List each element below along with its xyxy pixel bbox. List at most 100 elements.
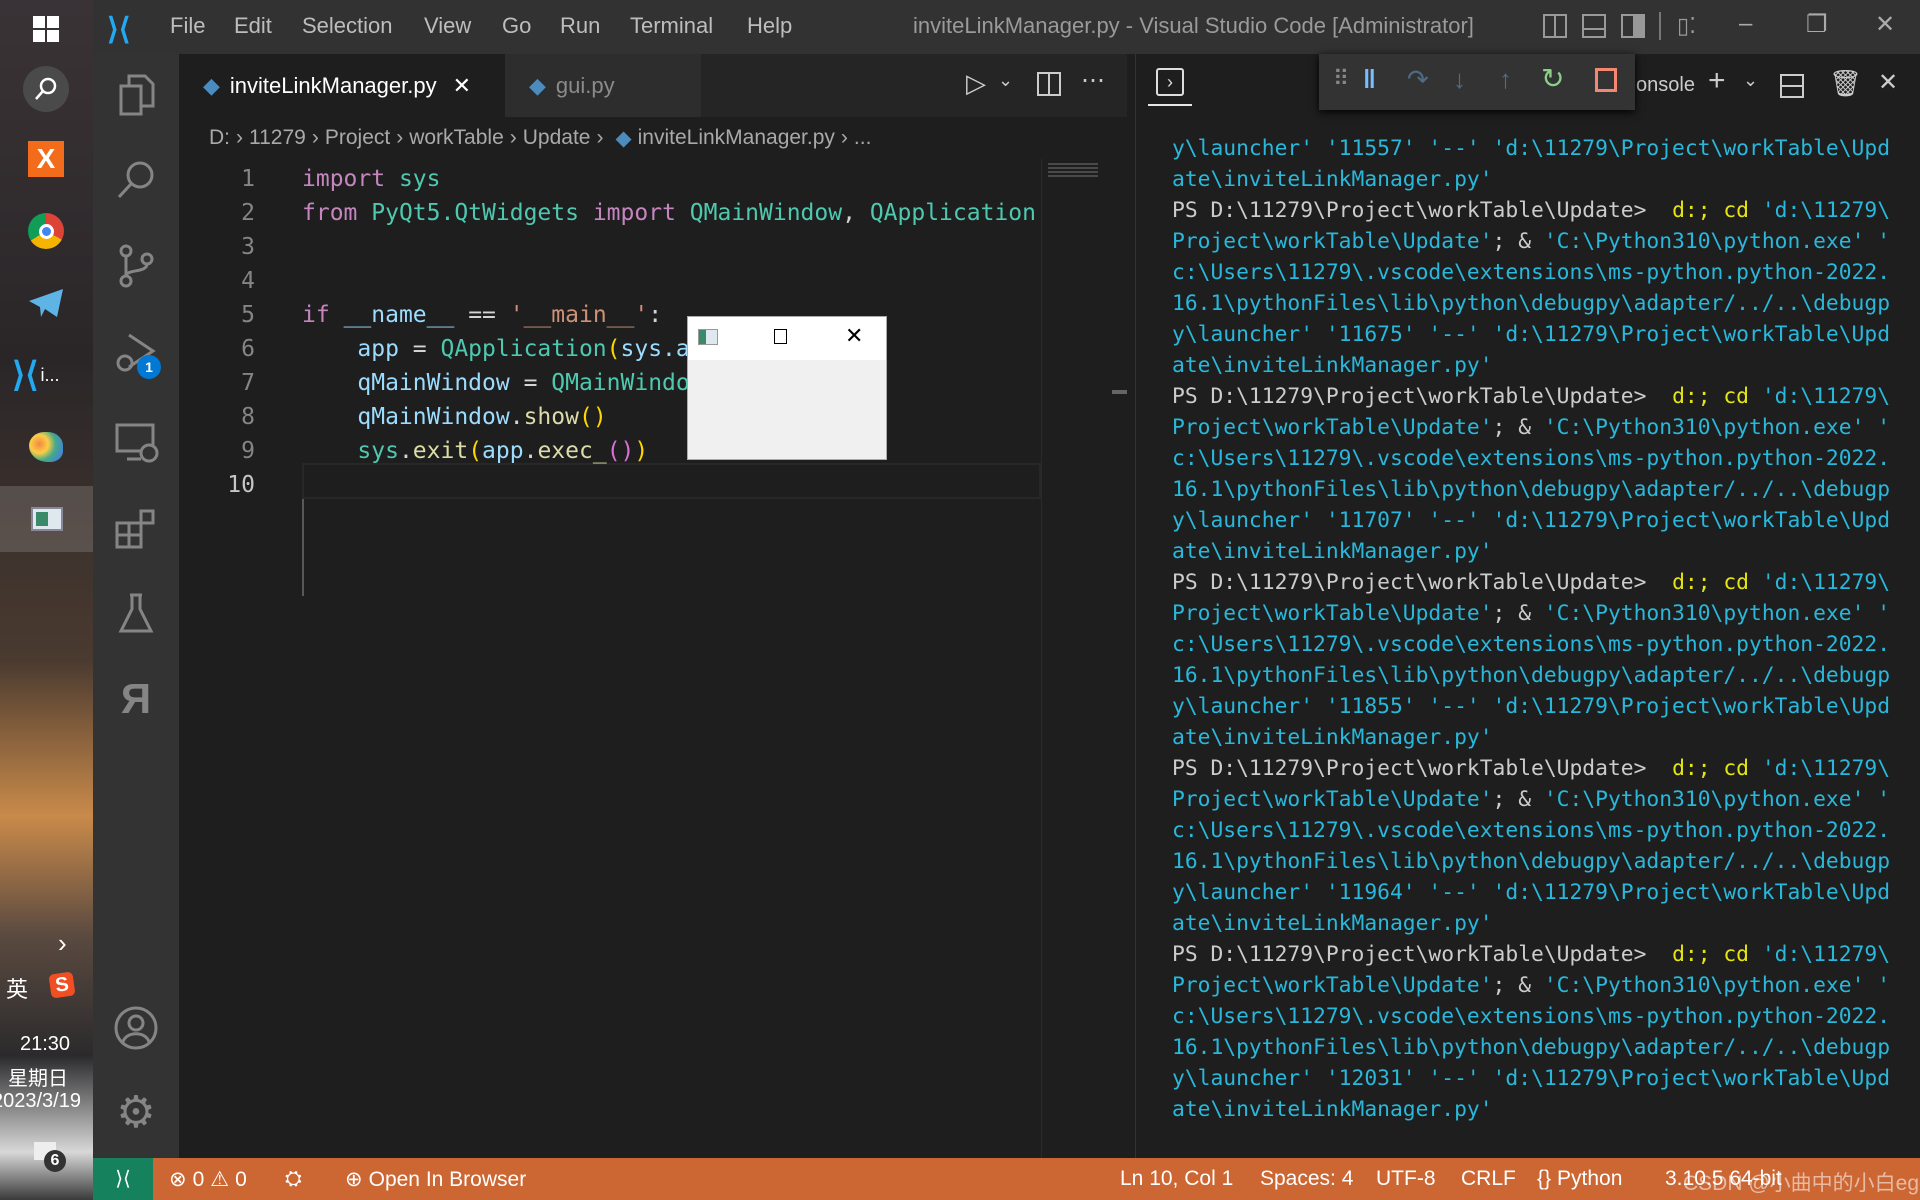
testing-icon[interactable] [111,589,161,639]
new-terminal-icon[interactable]: + [1708,64,1726,98]
minimize-button[interactable]: – [1739,10,1752,38]
qt-main-window[interactable]: ✕ [687,316,887,460]
terminal-line: PS D:\11279\Project\workTable\Update> d:… [1172,756,1890,781]
sogou-input-icon[interactable]: S [48,971,76,999]
line-number: 2 [241,200,255,226]
split-editor-icon[interactable] [1037,72,1061,96]
breadcrumb-item[interactable]: inviteLinkManager.py [638,126,835,150]
menu-file[interactable]: File [170,13,205,39]
toggle-secondary-sidebar-icon[interactable] [1621,14,1645,38]
open-in-browser-button[interactable]: ⊕ Open In Browser [345,1167,526,1192]
stop-icon[interactable] [1595,68,1617,92]
more-actions-icon[interactable]: ⋯ [1081,66,1105,95]
qt-maximize-button[interactable] [774,329,787,344]
clock-weekday[interactable]: 星期日 [8,1062,68,1091]
split-terminal-icon[interactable] [1780,74,1804,98]
toggle-panel-icon[interactable] [1582,14,1606,38]
menu-view[interactable]: View [424,13,471,39]
menu-terminal[interactable]: Terminal [630,13,713,39]
code-line[interactable]: import sys [302,166,441,192]
terminal-tab-icon[interactable]: › [1156,68,1184,96]
code-line[interactable]: sys.exit(app.exec_()) [302,438,648,464]
code-line[interactable]: from PyQt5.QtWidgets import QMainWindow,… [302,200,1036,226]
menu-help[interactable]: Help [747,13,792,39]
code-line[interactable]: qMainWindow.show() [302,404,606,430]
extensions-icon[interactable] [111,503,161,553]
input-method-indicator[interactable]: 英 [6,972,28,1004]
run-options-chevron-icon[interactable]: ⌄ [998,70,1013,91]
qt-window-titlebar[interactable]: ✕ [688,317,886,360]
indentation-setting[interactable]: Spaces: 4 [1260,1167,1353,1191]
minimap[interactable] [1041,159,1112,1158]
close-window-button[interactable]: ✕ [1875,10,1895,39]
editor-scrollbar[interactable] [1112,390,1127,394]
settings-gear-icon[interactable]: ⚙ [111,1088,161,1138]
run-python-file-button[interactable]: ▷ [966,68,986,99]
menu-run[interactable]: Run [560,13,600,39]
close-tab-icon[interactable]: ✕ [453,73,471,99]
breadcrumb-item[interactable]: 11279 [249,126,306,150]
run-and-debug-icon[interactable]: 1 [111,329,161,379]
search-icon[interactable] [23,66,69,112]
code-token: exit [412,438,469,464]
code-line[interactable]: qMainWindow = QMainWindow() [302,370,731,396]
code-token: sys [357,438,399,464]
explorer-icon[interactable] [111,70,161,120]
show-hidden-icons-chevron[interactable]: › [58,928,67,959]
qt-window-taskbar-icon[interactable] [0,486,93,552]
code-line[interactable]: if __name__ == '__main__': [302,302,662,328]
restart-icon[interactable]: ↻ [1541,62,1564,95]
qt-close-button[interactable]: ✕ [845,323,863,349]
accounts-icon[interactable] [111,1003,161,1053]
code-token: PyQt5.QtWidgets [371,200,579,226]
menu-edit[interactable]: Edit [234,13,272,39]
terminal-panel[interactable]: › onsole + ⌄ 🗑 ✕ y\launcher' '11557' '--… [1135,54,1920,1158]
terminal-text: ; & [1492,601,1544,626]
tab-invitelinkmanager[interactable]: ◆ inviteLinkManager.py ✕ [179,54,505,117]
debug-launch-icon[interactable]: ⛭ [285,1167,302,1191]
encoding-setting[interactable]: UTF-8 [1376,1167,1436,1191]
breadcrumb-item[interactable]: workTable [409,126,504,150]
language-mode[interactable]: {} Python [1537,1167,1622,1191]
remote-indicator-button[interactable]: ⟩⟨ [93,1158,153,1200]
code-token: QApplication [440,336,607,362]
problems-indicator[interactable]: ⊗ 0 ⚠ 0 [169,1167,247,1192]
step-out-icon[interactable]: ↑ [1499,64,1512,95]
restore-button[interactable]: ❐ [1806,10,1828,39]
terminal-text: PS D:\11279\Project\workTable\Update> [1172,384,1673,409]
tab-gui[interactable]: ◆ gui.py [505,54,701,117]
source-control-icon[interactable] [111,241,161,291]
vscode-taskbar-button[interactable]: ⟩⟨ i... [12,352,82,398]
eol-setting[interactable]: CRLF [1461,1167,1516,1191]
paint-icon[interactable] [23,424,69,470]
menu-selection[interactable]: Selection [302,13,393,39]
code-line[interactable]: app = QApplication(sys.argv) [302,336,745,362]
breadcrumb-item[interactable]: Update [523,126,591,150]
step-over-icon[interactable]: ↷ [1407,64,1429,95]
breadcrumb-item[interactable]: Project [325,126,390,150]
debug-console-tab[interactable]: onsole [1636,74,1695,97]
terminal-profile-chevron-icon[interactable]: ⌄ [1743,70,1758,91]
pause-icon[interactable]: ‖ [1363,64,1376,95]
clock-time[interactable]: 21:30 [20,1033,70,1056]
search-icon[interactable] [111,155,161,205]
windows-start-icon[interactable] [23,6,69,52]
close-panel-icon[interactable]: ✕ [1878,68,1898,97]
kill-terminal-trash-icon[interactable]: 🗑 [1829,68,1862,99]
customize-layout-icon[interactable]: ▯⁚ [1677,13,1696,39]
ya-extension-icon[interactable]: Я [111,674,161,724]
line-number: 6 [241,336,255,362]
step-into-icon[interactable]: ↓ [1453,64,1466,95]
telegram-icon[interactable] [23,280,69,326]
clock-date[interactable]: 2023/3/19 [0,1090,81,1113]
cursor-position[interactable]: Ln 10, Col 1 [1120,1167,1233,1191]
drag-handle-icon[interactable]: ⠿ [1333,66,1349,92]
xampp-icon[interactable]: X [23,136,69,182]
toggle-sidebar-icon[interactable] [1543,14,1567,38]
menu-go[interactable]: Go [502,13,531,39]
chrome-icon[interactable] [23,208,69,254]
remote-explorer-icon[interactable] [111,417,161,467]
breadcrumb-symbol[interactable]: ... [854,126,872,150]
breadcrumb-item[interactable]: D: [209,126,230,150]
